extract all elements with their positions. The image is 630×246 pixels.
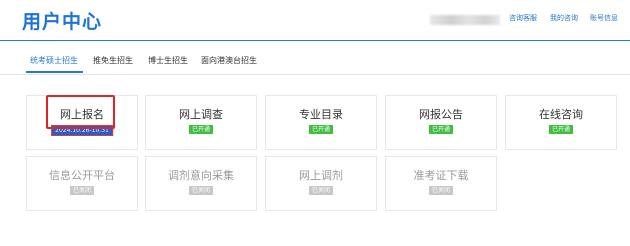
status-badge: 已关闭 [69, 186, 95, 195]
status-badge: 已关闭 [308, 186, 334, 195]
status-badge: 已开通 [548, 125, 574, 134]
card-info-disclosure[interactable]: 信息公开平台 已关闭 [26, 156, 138, 211]
status-badge: 已关闭 [428, 186, 454, 195]
top-header: 用户中心 咨询客服 我的咨询 账号信息 [0, 0, 630, 41]
card-admission-ticket[interactable]: 准考证下载 已关闭 [385, 156, 497, 211]
status-badge: 已开通 [188, 125, 214, 134]
card-online-survey[interactable]: 网上调查 已开通 [145, 95, 257, 150]
tab-bar: 统考硕士招生 推免生招生 博士生招生 面向港澳台招生 [0, 52, 630, 75]
card-label: 网上调查 [179, 108, 223, 121]
card-label: 准考证下载 [413, 169, 469, 182]
card-registration-notice[interactable]: 网报公告 已开通 [385, 95, 497, 150]
link-consult-service[interactable]: 咨询客服 [509, 13, 537, 23]
status-badge: 已开通 [428, 125, 454, 134]
page-title: 用户中心 [22, 11, 103, 33]
blurred-username [430, 15, 500, 25]
status-badge: 已开通 [308, 125, 334, 134]
link-my-consultations[interactable]: 我的咨询 [550, 13, 578, 23]
link-account-info[interactable]: 账号信息 [590, 13, 618, 23]
card-label: 网上调剂 [299, 169, 343, 182]
highlight-box [46, 95, 115, 129]
status-badge: 已关闭 [188, 186, 214, 195]
card-online-consultation[interactable]: 在线咨询 已开通 [505, 95, 617, 150]
card-adjustment-intent[interactable]: 调剂意向采集 已关闭 [145, 156, 257, 211]
card-label: 调剂意向采集 [168, 169, 234, 182]
tab-hk-macau-taiwan[interactable]: 面向港澳台招生 [201, 55, 257, 66]
tab-unified-master[interactable]: 统考硕士招生 [30, 55, 78, 66]
tab-recommended[interactable]: 推免生招生 [93, 55, 133, 66]
card-online-adjustment[interactable]: 网上调剂 已关闭 [265, 156, 377, 211]
active-tab-indicator [26, 71, 83, 73]
card-program-catalog[interactable]: 专业目录 已开通 [265, 95, 377, 150]
card-label: 专业目录 [299, 108, 343, 121]
card-label: 网报公告 [419, 108, 463, 121]
card-label: 在线咨询 [539, 108, 583, 121]
card-label: 信息公开平台 [49, 169, 115, 182]
tab-doctoral[interactable]: 博士生招生 [148, 55, 188, 66]
